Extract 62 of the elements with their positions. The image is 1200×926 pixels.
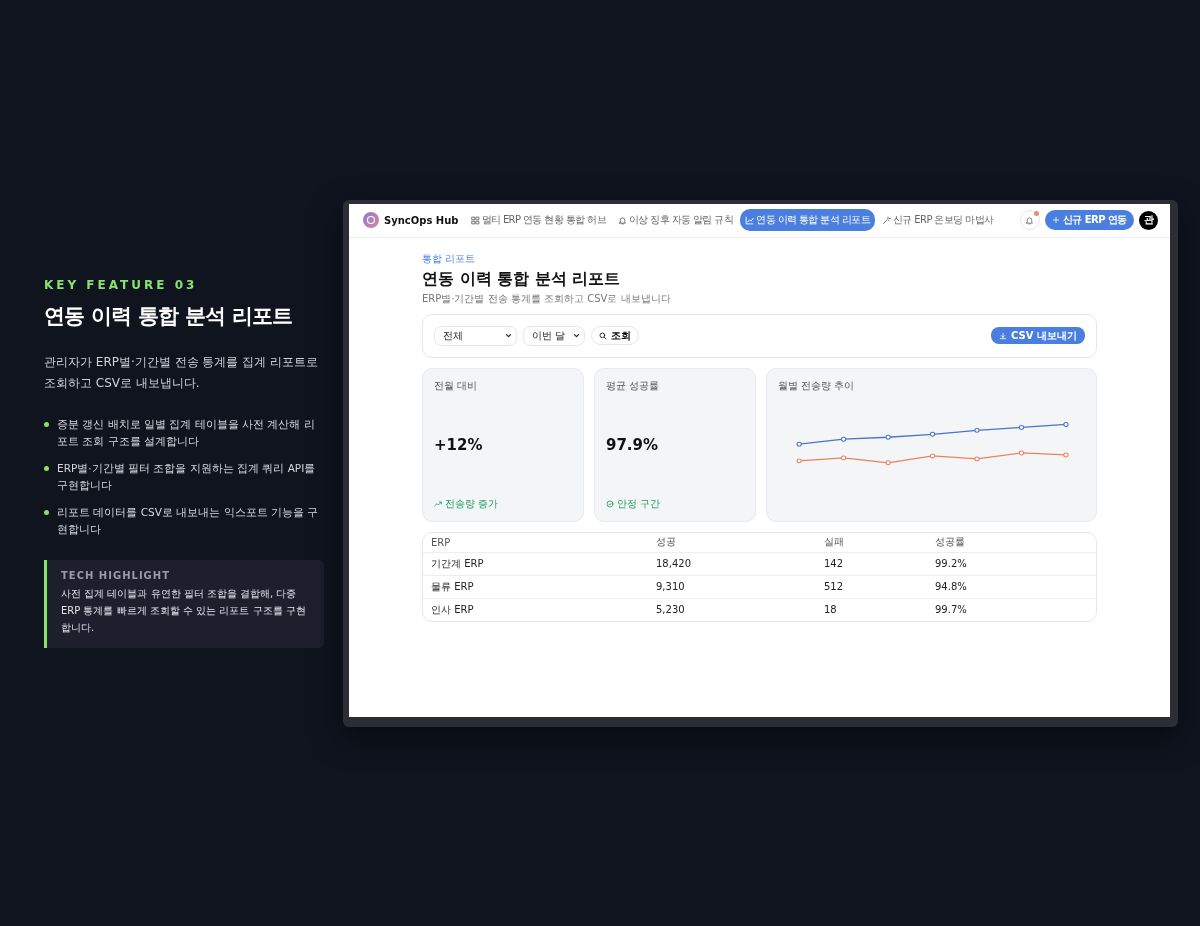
check-circle-icon [606, 499, 614, 508]
table-cell-text: 18 [824, 604, 838, 615]
wand-icon [881, 215, 891, 225]
nav-tab[interactable]: 이상 징후 자동 알림 규칙 [612, 209, 739, 231]
erp-dropdown[interactable]: 전체 [434, 325, 517, 346]
page-title: 연동 이력 통합 분석 리포트 [422, 268, 622, 290]
bullet-dot [44, 510, 49, 515]
highlight-label: TECH HIGHLIGHT [61, 570, 171, 581]
feature-eyebrow: KEY FEATURE 03 [44, 278, 199, 292]
table-cell-text: 기간계 ERP [431, 556, 485, 571]
table-cell-text: 9,310 [656, 581, 686, 592]
search-button[interactable]: 조회 [591, 326, 640, 345]
logo-icon [363, 212, 379, 228]
nav-tab[interactable]: 연동 이력 통합 분석 리포트 [740, 209, 875, 231]
brand-name: SyncOps Hub [384, 214, 459, 226]
user-avatar[interactable]: 관 [1139, 210, 1158, 230]
bell-icon [617, 215, 627, 225]
trend-up-icon [434, 499, 442, 508]
bullet-text: 증분 갱신 배치로 일별 집계 테이블을 사전 계산해 리포트 조회 구조를 설계합니다 [57, 417, 316, 449]
table-cell-text: 물류 ERP [431, 579, 475, 594]
bullet-text: 리포트 데이터를 CSV로 내보내는 익스포트 기능을 구현합니다 [57, 505, 320, 537]
plus-icon [1051, 216, 1060, 224]
column-header: ERP [431, 536, 452, 548]
table-cell-text: 512 [824, 581, 845, 592]
bullet-dot [44, 422, 49, 427]
csv-export-button[interactable]: CSV 내보내기 [991, 327, 1085, 344]
column-header: 실패 [824, 535, 845, 549]
grid-icon [470, 215, 480, 225]
period-dropdown[interactable]: 이번 달 [523, 325, 586, 346]
bullet-text: ERP별·기간별 필터 조합을 지원하는 집계 쿼리 API를 구현합니다 [57, 461, 317, 493]
highlight-text: 사전 집계 테이블과 유연한 필터 조합을 결합해, 다중 ERP 통계를 빠르게 조회할 수 있는 리포트 구조를 구현합니다. [61, 587, 307, 635]
bell-icon [1025, 215, 1035, 225]
chevron-down-icon [505, 332, 512, 339]
column-header: 성공률 [935, 535, 966, 549]
page-subtitle: ERP별·기간별 전송 통계를 조회하고 CSV로 내보냅니다 [422, 291, 672, 306]
search-icon [599, 331, 608, 340]
table-cell-text: 5,230 [656, 604, 686, 615]
breadcrumb: 통합 리포트 [422, 251, 477, 266]
table-cell-text: 인사 ERP [431, 602, 475, 617]
download-icon [999, 331, 1008, 340]
nav-tab[interactable]: 멀티 ERP 연동 현황 통합 허브 [465, 209, 611, 231]
feature-description: 관리자가 ERP별·기간별 전송 통계를 집계 리포트로 조회하고 CSV로 내보냅니다. [44, 354, 320, 392]
line-chart-icon [745, 215, 755, 225]
feature-title: 연동 이력 통합 분석 리포트 [44, 303, 294, 330]
notification-button[interactable] [1019, 210, 1040, 230]
nav-tab[interactable]: 신규 ERP 온보딩 마법사 [876, 209, 999, 231]
new-erp-button[interactable]: 신규 ERP 연동 [1044, 210, 1134, 230]
column-header: 성공 [656, 535, 677, 549]
stat-value: 97.9% [606, 435, 660, 454]
table-cell-text: 94.8% [935, 581, 968, 592]
stat-note: 전송량 증가 [445, 496, 499, 511]
table-cell-text: 99.2% [935, 558, 968, 569]
table-cell-text: 18,420 [656, 558, 692, 569]
chevron-down-icon [573, 332, 581, 339]
stat-label: 전월 대비 [434, 378, 479, 393]
table-cell-text: 99.7% [935, 604, 968, 615]
stat-note: 안정 구간 [617, 496, 661, 511]
trend-title: 월별 전송량 추이 [778, 378, 856, 393]
bullet-dot [44, 466, 49, 471]
stat-value: +12% [434, 435, 484, 454]
table-cell-text: 142 [824, 558, 845, 569]
stat-label: 평균 성공률 [606, 378, 661, 393]
